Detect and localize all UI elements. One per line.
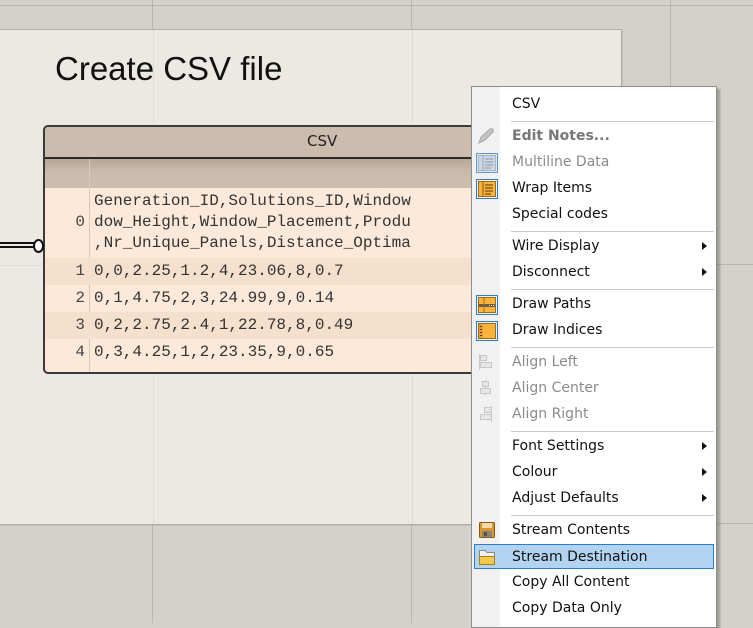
menu-item-wrap-items[interactable]: Wrap Items [472, 175, 716, 201]
menu-item-align-left[interactable]: Align Left [472, 349, 716, 375]
menu-item-special-codes[interactable]: Special codes [472, 201, 716, 227]
draw-paths-icon [476, 295, 498, 315]
input-port[interactable] [33, 239, 44, 253]
menu-separator [511, 121, 714, 122]
menu-item-label: Disconnect [512, 264, 590, 280]
panel-header[interactable]: CSV [45, 127, 505, 159]
row-value-line: dow_Height,Window_Placement,Produ [94, 213, 411, 231]
menu-item-disconnect[interactable]: Disconnect [472, 259, 716, 285]
menu-item-copy-data-only[interactable]: Copy Data Only [472, 595, 716, 621]
row-index: 4 [75, 343, 85, 361]
menu-name-field[interactable]: CSV [511, 93, 637, 115]
align-right-icon [476, 405, 496, 423]
submenu-arrow-icon [702, 494, 707, 502]
menu-separator [511, 515, 714, 516]
menu-item-copy-all-content[interactable]: Copy All Content [472, 569, 716, 595]
submenu-arrow-icon [702, 468, 707, 476]
menu-item-label: Draw Paths [512, 296, 592, 312]
panel-path-row [45, 159, 505, 188]
menu-item-label: Draw Indices [512, 322, 603, 338]
menu-item-label: Wrap Items [512, 180, 593, 196]
submenu-arrow-icon [702, 242, 707, 250]
panel-row[interactable]: 3 0,2,2.75,2.4,1,22.78,8,0.49 [45, 312, 505, 339]
menu-item-adjust-defaults[interactable]: Adjust Defaults [472, 485, 716, 511]
save-disk-icon [476, 521, 496, 539]
row-index: 0 [75, 213, 85, 231]
row-value: 0,2,2.75,2.4,1,22.78,8,0.49 [94, 316, 354, 334]
menu-item-label: Special codes [512, 206, 608, 222]
row-value: 0,1,4.75,2,3,24.99,9,0.14 [94, 289, 335, 307]
menu-item-label: Stream Contents [512, 522, 631, 538]
menu-separator [511, 347, 714, 348]
menu-separator [511, 289, 714, 290]
submenu-arrow-icon [702, 268, 707, 276]
row-value-line: Generation_ID,Solutions_ID,Window [94, 192, 411, 210]
menu-item-wire-display[interactable]: Wire Display [472, 233, 716, 259]
menu-item-stream-contents[interactable]: Stream Contents [472, 517, 716, 543]
menu-item-label: Copy All Content [512, 574, 630, 590]
menu-item-font-settings[interactable]: Font Settings [472, 433, 716, 459]
menu-item-draw-paths[interactable]: Draw Paths [472, 291, 716, 317]
menu-item-label: Edit Notes... [512, 128, 610, 144]
group-title: Create CSV file [55, 50, 283, 87]
panel-row[interactable]: 2 0,1,4.75,2,3,24.99,9,0.14 [45, 285, 505, 312]
panel-row[interactable]: 4 0,3,4.25,1,2,23.35,9,0.65 [45, 339, 505, 366]
pencil-icon [476, 127, 496, 145]
menu-item-label: Colour [512, 464, 558, 480]
row-index: 2 [75, 289, 85, 307]
csv-panel[interactable]: CSV 0 Generation_ID,Solutions_ID,Window … [43, 125, 507, 374]
row-index: 1 [75, 262, 85, 280]
menu-item-draw-indices[interactable]: Draw Indices [472, 317, 716, 343]
menu-item-align-right[interactable]: Align Right [472, 401, 716, 427]
folder-icon [477, 548, 497, 566]
menu-item-label: Stream Destination [512, 549, 648, 565]
menu-item-label: Align Center [512, 380, 599, 396]
menu-item-label: Wire Display [512, 238, 600, 254]
row-value: 0,0,2.25,1.2,4,23.06,8,0.7 [94, 262, 344, 280]
align-center-icon [476, 379, 496, 397]
menu-item-colour[interactable]: Colour [472, 459, 716, 485]
menu-item-edit-notes[interactable]: Edit Notes... [472, 123, 716, 149]
menu-item-label: Copy Data Only [512, 600, 622, 616]
align-left-icon [476, 353, 496, 371]
menu-item-label: Font Settings [512, 438, 605, 454]
menu-item-label: Adjust Defaults [512, 490, 619, 506]
row-index: 3 [75, 316, 85, 334]
row-value: 0,3,4.25,1,2,23.35,9,0.65 [94, 343, 335, 361]
multiline-data-icon [476, 153, 498, 173]
menu-item-label: Align Left [512, 354, 578, 370]
menu-separator [511, 431, 714, 432]
menu-item-label: Multiline Data [512, 154, 610, 170]
menu-item-label: Align Right [512, 406, 589, 422]
panel-row[interactable]: 1 0,0,2.25,1.2,4,23.06,8,0.7 [45, 258, 505, 285]
wrap-items-icon [476, 179, 498, 199]
submenu-arrow-icon [702, 442, 707, 450]
menu-separator [511, 231, 714, 232]
menu-item-stream-destination[interactable]: Stream Destination [474, 544, 714, 569]
row-value-line: ,Nr_Unique_Panels,Distance_Optima [94, 234, 411, 252]
menu-item-multiline-data[interactable]: Multiline Data [472, 149, 716, 175]
draw-indices-icon [476, 321, 498, 341]
panel-row[interactable]: 0 Generation_ID,Solutions_ID,Window dow_… [45, 188, 505, 258]
panel-rows: 0 Generation_ID,Solutions_ID,Window dow_… [45, 188, 505, 366]
panel-title: CSV [307, 132, 338, 150]
context-menu: CSV Edit Notes... Multiline Data Wrap It… [471, 86, 717, 628]
menu-item-align-center[interactable]: Align Center [472, 375, 716, 401]
